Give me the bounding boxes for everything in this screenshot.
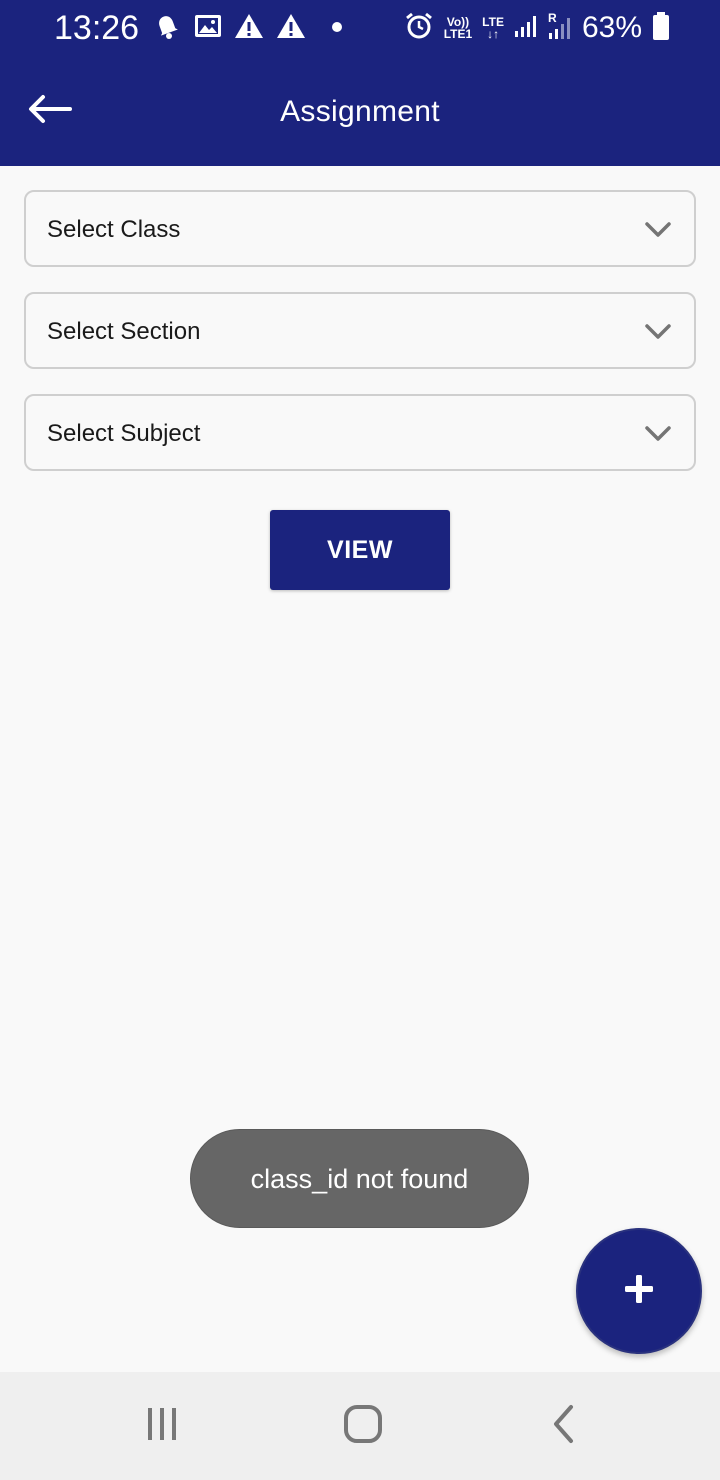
back-button[interactable]: [20, 84, 80, 138]
battery-percent: 63%: [581, 11, 642, 44]
view-button[interactable]: VIEW: [270, 510, 450, 590]
select-class-label: Select Class: [47, 216, 181, 243]
arrow-left-icon: [28, 94, 72, 129]
alarm-icon: [404, 11, 434, 46]
page-title: Assignment: [280, 95, 440, 128]
select-subject-label: Select Subject: [47, 420, 201, 447]
chevron-down-icon: [644, 216, 672, 244]
lte-icon: LTE ↓↑: [482, 15, 504, 41]
select-class-dropdown[interactable]: Select Class: [24, 190, 696, 267]
select-section-dropdown[interactable]: Select Section: [24, 292, 696, 369]
signal-roaming-icon: R: [548, 12, 572, 45]
warning-icon: [276, 12, 306, 45]
bell-icon: [152, 11, 182, 46]
warning-icon: [234, 12, 264, 45]
app-bar: Assignment: [0, 56, 720, 166]
add-assignment-button[interactable]: [576, 1228, 702, 1354]
recent-apps-button[interactable]: [132, 1400, 192, 1452]
home-button[interactable]: [333, 1400, 393, 1452]
recent-apps-icon: [144, 1406, 180, 1447]
toast-message: class_id not found: [190, 1129, 529, 1228]
system-status-icons: Vo)) LTE1 LTE ↓↑ R 63%: [404, 8, 670, 48]
chevron-down-icon: [644, 318, 672, 346]
select-section-label: Select Section: [47, 318, 201, 345]
status-time: 13:26: [54, 9, 140, 47]
battery-icon: [652, 11, 670, 46]
chevron-down-icon: [644, 420, 672, 448]
status-bar: 13:26 Vo)) LTE1 LTE ↓↑ R 63%: [0, 0, 720, 56]
assignment-screen: 13:26 Vo)) LTE1 LTE ↓↑ R 63% Assignment …: [0, 0, 720, 1480]
back-icon: [549, 1404, 579, 1449]
home-icon: [343, 1404, 383, 1449]
select-subject-dropdown[interactable]: Select Subject: [24, 394, 696, 471]
system-back-button[interactable]: [534, 1400, 594, 1452]
system-nav-bar: [0, 1372, 720, 1480]
volte-icon: Vo)) LTE1: [443, 15, 473, 41]
signal-icon: [514, 14, 538, 43]
plus-icon: [623, 1273, 655, 1310]
notification-icons: [152, 12, 342, 44]
image-icon: [194, 13, 222, 44]
dot-icon: [332, 19, 342, 37]
